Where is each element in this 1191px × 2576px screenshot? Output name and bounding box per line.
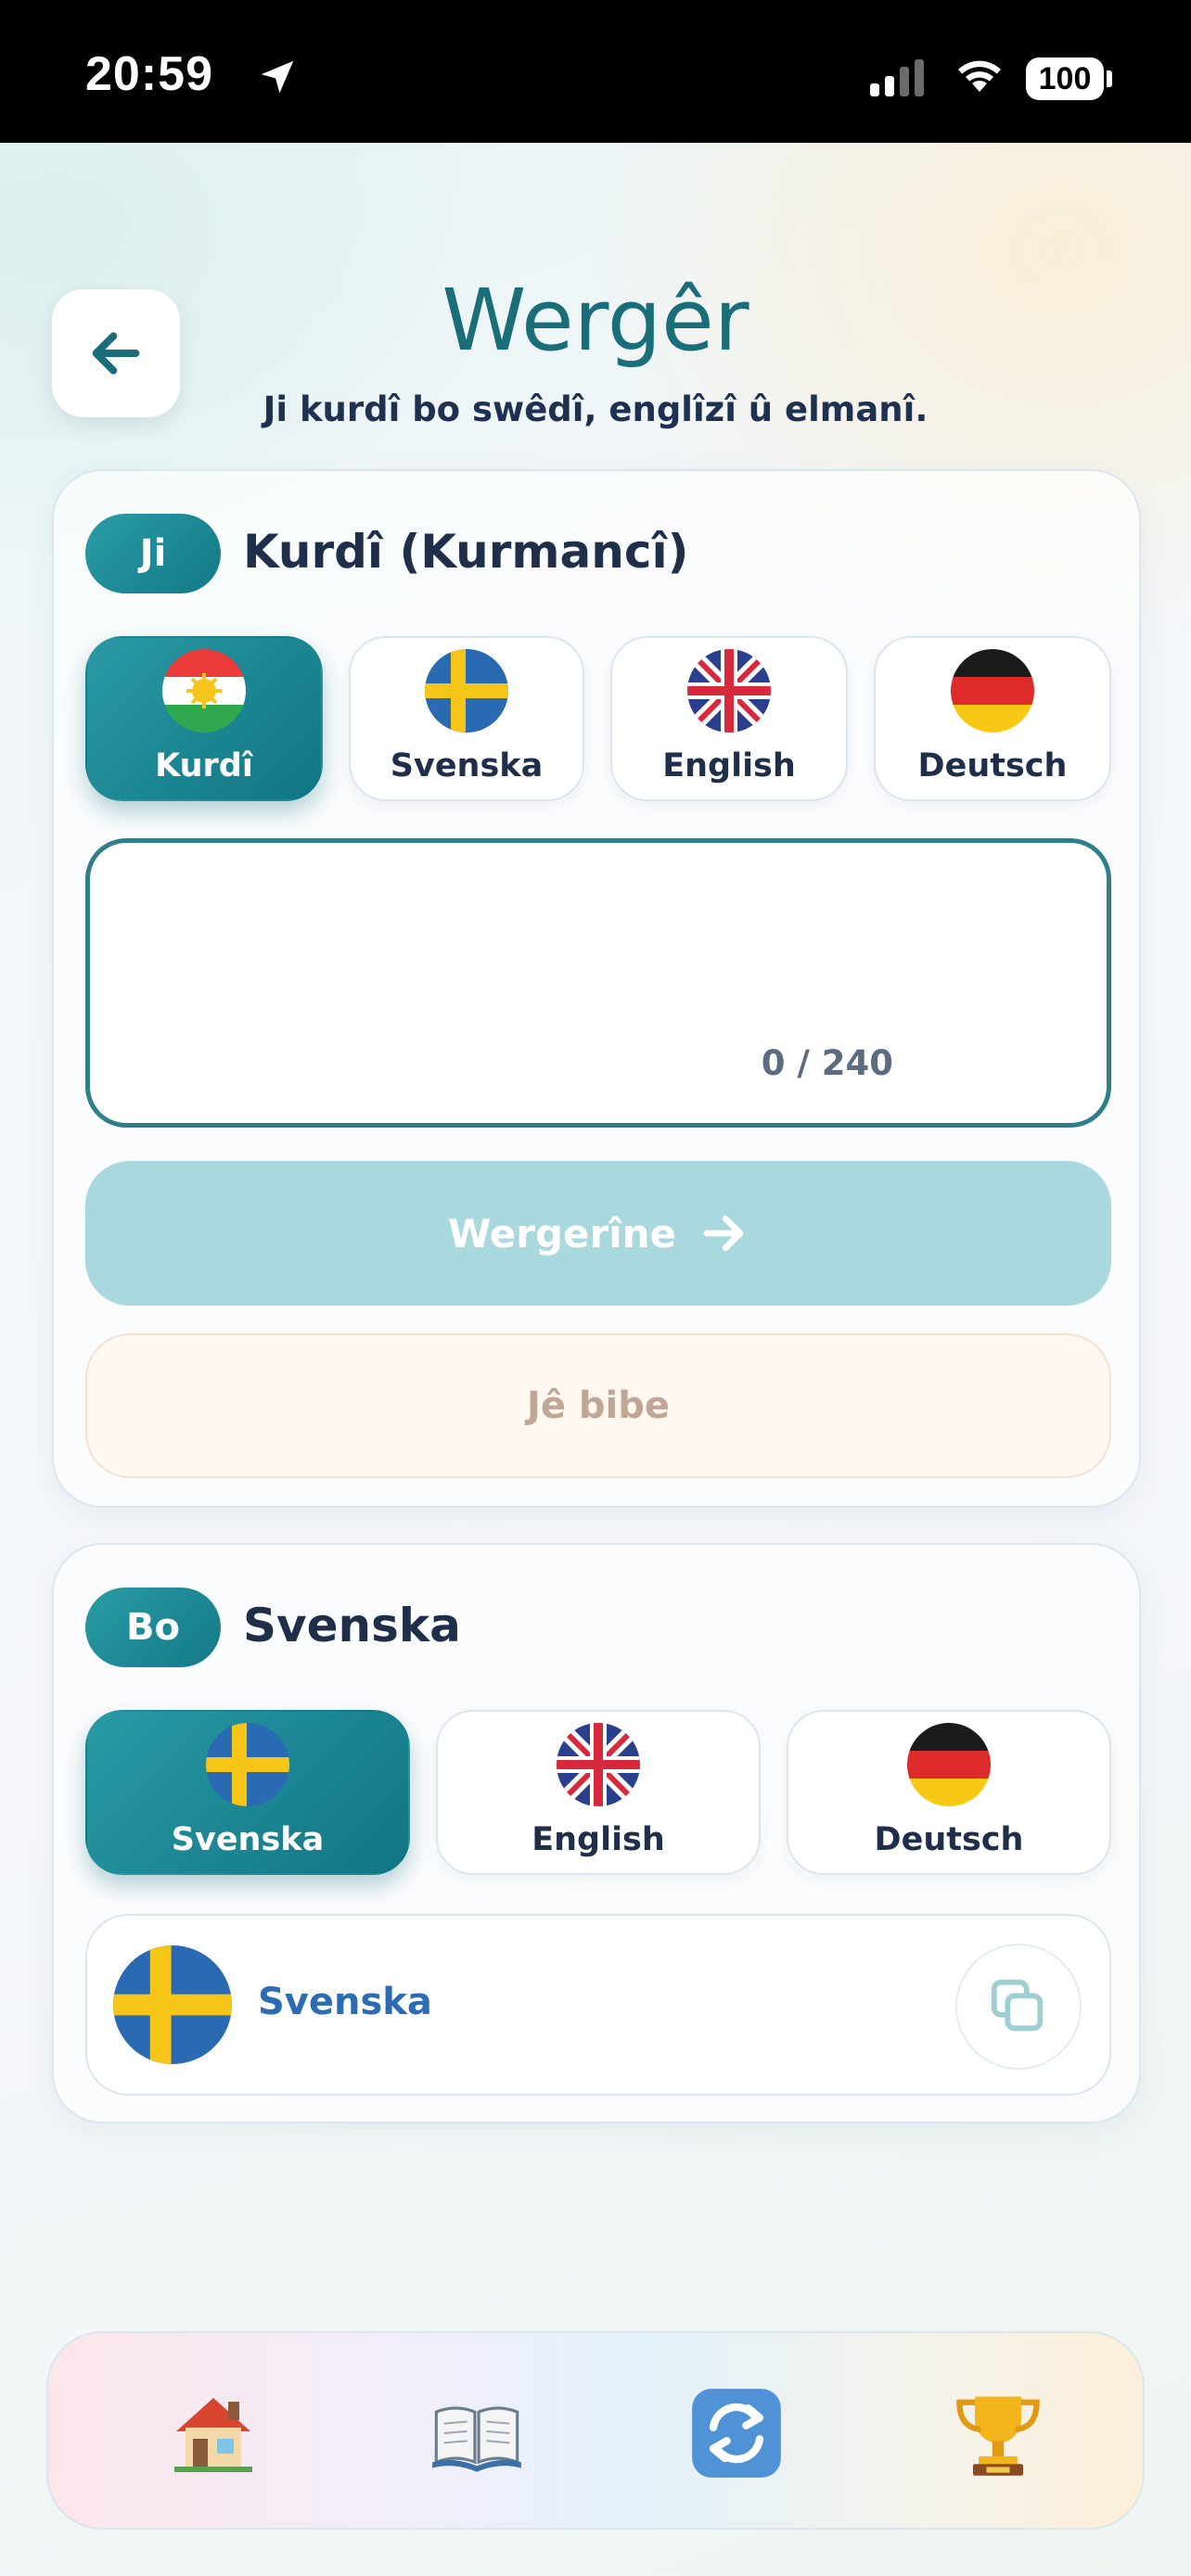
kurdistan-flag-icon (162, 649, 246, 733)
target-language-card: Bo Svenska Svenska English Deutsch Svens… (52, 1543, 1141, 2123)
char-count: 0 / 240 (761, 1043, 893, 1083)
status-time: 20:59 (85, 47, 213, 101)
target-lang-svenska[interactable]: Svenska (85, 1710, 410, 1875)
germany-flag-icon (907, 1723, 991, 1806)
translate-button-label: Wergerîne (447, 1210, 677, 1256)
target-lang-english[interactable]: English (436, 1710, 761, 1875)
uk-flag-icon (687, 649, 771, 733)
nav-lessons[interactable] (421, 2378, 532, 2489)
house-icon (174, 2398, 252, 2472)
chip-label: Svenska (171, 1821, 325, 1858)
translate-button[interactable]: Wergerîne (85, 1161, 1111, 1306)
source-lang-english[interactable]: English (610, 636, 848, 801)
germany-flag-icon (951, 649, 1034, 733)
clear-button[interactable]: Jê bibe (85, 1333, 1111, 1478)
source-lang-deutsch[interactable]: Deutsch (874, 636, 1111, 801)
chip-label: Svenska (390, 747, 544, 784)
status-bar: 20:59 100 (0, 0, 1191, 143)
trophy-icon (956, 2396, 1040, 2476)
clear-button-label: Jê bibe (526, 1384, 671, 1427)
source-heading: Kurdî (Kurmancî) (243, 525, 689, 579)
battery-indicator: 100 (1026, 57, 1104, 100)
translation-result: Svenska (85, 1914, 1111, 2096)
source-lang-kurdi[interactable]: Kurdî (85, 636, 323, 801)
source-text-input[interactable]: 0 / 240 (85, 838, 1111, 1128)
copy-icon (991, 1979, 1044, 2032)
source-language-card: Ji Kurdî (Kurmancî) Kurdî Svenska Englis… (52, 469, 1141, 1508)
cellular-signal-icon (870, 59, 924, 96)
swap-icon (692, 2389, 781, 2478)
location-arrow-icon (261, 60, 294, 94)
chip-label: Deutsch (917, 747, 1068, 784)
page-subtitle: Ji kurdî bo swêdî, englîzî û elmanî. (263, 389, 928, 429)
chip-label: English (531, 1821, 665, 1858)
result-language-label: Svenska (258, 1981, 432, 2023)
arrow-right-icon (703, 1215, 744, 1252)
source-pill: Ji (85, 514, 221, 593)
wifi-icon (958, 60, 1001, 92)
battery-cap (1107, 70, 1112, 87)
chip-label: Kurdî (155, 747, 253, 784)
nav-achievements[interactable] (942, 2378, 1054, 2489)
target-lang-deutsch[interactable]: Deutsch (787, 1710, 1111, 1875)
page-title: Wergêr (442, 271, 749, 370)
target-pill: Bo (85, 1588, 221, 1667)
nav-home[interactable] (158, 2378, 269, 2489)
copy-button[interactable] (955, 1944, 1082, 2070)
nav-translate[interactable] (681, 2378, 792, 2489)
target-heading: Svenska (243, 1599, 461, 1652)
sweden-flag-icon (113, 1945, 232, 2064)
source-lang-svenska[interactable]: Svenska (349, 636, 584, 801)
sweden-flag-icon (425, 649, 508, 733)
sweden-flag-icon (206, 1723, 289, 1806)
bottom-nav (46, 2331, 1145, 2530)
book-icon (432, 2406, 521, 2472)
uk-flag-icon (557, 1723, 640, 1806)
chip-label: English (662, 747, 796, 784)
chip-label: Deutsch (874, 1821, 1024, 1858)
